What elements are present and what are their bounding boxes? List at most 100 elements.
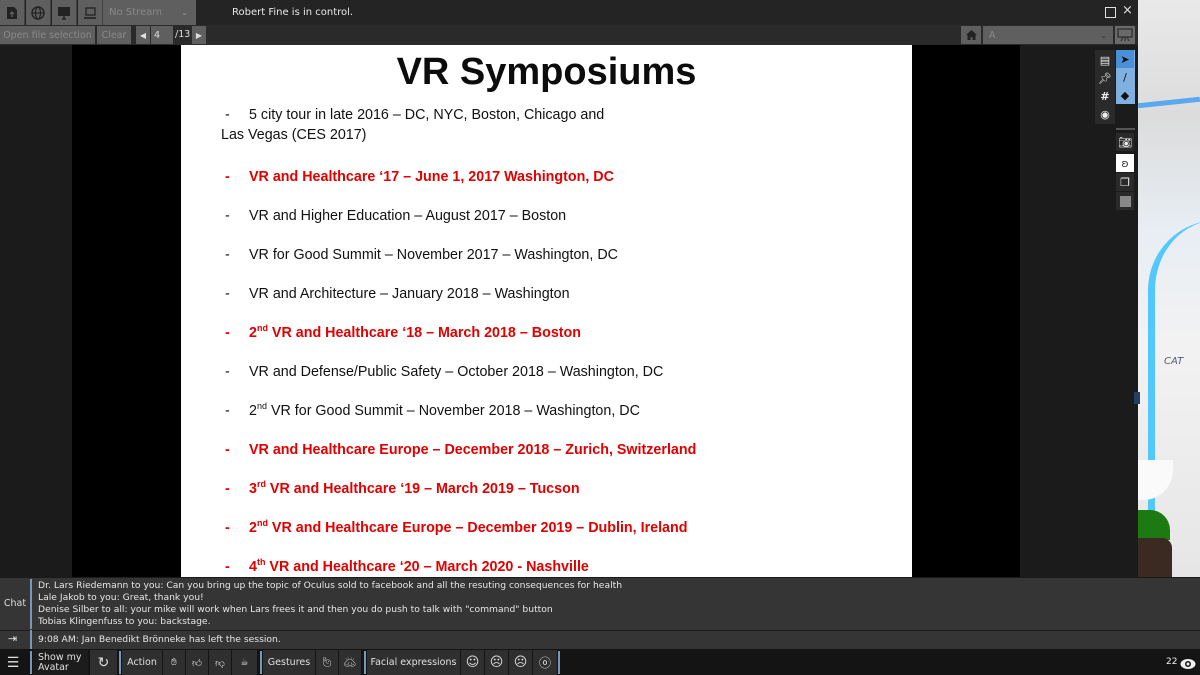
color-swatch-tool[interactable] (1116, 192, 1134, 210)
bullet-text: VR and Healthcare Europe – December 2018… (249, 442, 696, 458)
bullet-text: VR and Architecture – January 2018 – Was… (249, 286, 570, 302)
globe-icon (31, 5, 45, 20)
bullet-dash: - (225, 107, 230, 123)
bullet-dash: - (225, 442, 230, 458)
webcam-tool[interactable]: ◉ (1096, 105, 1114, 123)
chat-divider (30, 579, 32, 629)
eraser-tool[interactable]: ◆ (1116, 86, 1134, 104)
ordinal-number: 2 (249, 520, 257, 536)
frown-icon: ☹ (489, 655, 504, 670)
grid-tool[interactable]: # (1096, 87, 1114, 105)
angry-face-button[interactable]: ☹ (509, 650, 532, 675)
prev-page-button[interactable]: ◀ (136, 26, 150, 44)
facial-expressions-label: Facial expressions (367, 650, 460, 675)
page-number-input[interactable]: 4 (151, 26, 173, 44)
layers-tool[interactable]: ❐ (1116, 173, 1134, 191)
coffee-break-button[interactable]: ☕︎ (232, 650, 257, 675)
bullet-body: VR and Defense/Public Safety – October 2… (249, 364, 664, 380)
web-button[interactable] (26, 0, 51, 25)
surprised-face-button[interactable]: ⓞ (533, 650, 557, 675)
ordinal-number: 2 (249, 403, 257, 419)
raise-hand-button[interactable]: ✋︎ (163, 650, 185, 675)
thumbs-up-button[interactable]: 👍︎ (186, 650, 208, 675)
sad-face-button[interactable]: ☹ (485, 650, 508, 675)
pen-icon: / (1123, 70, 1127, 84)
bullet-line: Las Vegas (CES 2017) (221, 127, 367, 143)
upload-file-icon (7, 6, 17, 19)
ordinal-suffix: nd (256, 323, 268, 333)
laptop-button[interactable] (78, 0, 103, 25)
thumbs-up-icon: 👍︎ (192, 657, 202, 669)
lasso-tool[interactable]: ʚ (1116, 154, 1134, 172)
stream-select-value: No Stream (109, 7, 162, 18)
maximize-icon[interactable] (1105, 7, 1116, 18)
scene-sign-text: CAT (1164, 356, 1184, 367)
bullet-body: VR for Good Summit – November 2018 – Was… (266, 403, 640, 419)
person-bow-icon: 🙇︎ (343, 657, 357, 668)
leave-session-icon[interactable]: ⇥ (8, 632, 17, 645)
bullet-dash: - (225, 559, 230, 575)
pen-tool[interactable]: / (1116, 68, 1134, 86)
happy-face-button[interactable]: ☺ (461, 650, 484, 675)
thumbs-down-button[interactable]: 👎︎ (209, 650, 231, 675)
stream-select[interactable]: No Stream ⌄ (103, 0, 196, 25)
pointer-icon: ➤ (1120, 52, 1130, 66)
bullet-body: VR and Healthcare ‘18 – March 2018 – Bos… (267, 325, 582, 341)
slide: VR Symposiums - 5 city tour in late 2016 … (181, 45, 912, 577)
eye-icon (1180, 659, 1196, 669)
chevron-down-icon: ⌄ (181, 8, 188, 17)
document-tool[interactable]: ▤ (1096, 51, 1114, 69)
font-select[interactable]: A ⌄ (983, 26, 1113, 44)
wave-gesture-button[interactable]: 🙋︎ (316, 650, 338, 675)
bullet-dash: - (225, 364, 230, 380)
laptop-icon (84, 6, 96, 19)
close-icon[interactable]: × (1122, 3, 1133, 18)
webcam-icon: ◉ (1100, 107, 1110, 121)
gestures-label: Gestures (263, 650, 315, 675)
scene-light-strip (1138, 96, 1200, 109)
chat-message: Denise Silber to all: your mike will wor… (38, 604, 553, 615)
scene-collapse-handle[interactable] (1134, 392, 1140, 404)
bullet-text: VR for Good Summit – November 2017 – Was… (249, 247, 618, 263)
chevron-down-icon: ⌄ (1100, 30, 1107, 40)
stage-margin-right (1020, 45, 1095, 577)
next-page-button[interactable]: ▶ (192, 26, 206, 44)
page-total: /13 (175, 29, 191, 40)
upload-file-button[interactable] (0, 0, 25, 25)
clear-button[interactable]: Clear (97, 26, 131, 44)
lasso-icon: ʚ (1121, 156, 1129, 170)
arrow-right-icon: ▶ (195, 30, 203, 40)
ordinal-suffix: rd (256, 479, 266, 489)
open-file-button[interactable]: Open file selection (0, 26, 95, 44)
toolbar-divider (364, 651, 366, 674)
session-notice: 9:08 AM: Jan Benedikt Brönneke has left … (38, 634, 281, 645)
bullet-body: VR and Healthcare ‘19 – March 2019 – Tuc… (265, 481, 580, 497)
viewers-button[interactable] (1180, 655, 1196, 674)
toolbar-divider (119, 651, 121, 674)
pointer-tool[interactable]: ➤ (1116, 50, 1134, 68)
camera-tool[interactable]: 📷︎ (1116, 133, 1134, 151)
presentation-mode-button[interactable] (1115, 26, 1135, 44)
smile-icon: ☺ (465, 655, 480, 670)
presentation-board-icon (1117, 28, 1133, 42)
bullet-text: VR and Defense/Public Safety – October 2… (249, 364, 663, 380)
font-select-value: A (989, 29, 996, 41)
3d-scene-view[interactable]: CAT (1138, 0, 1200, 577)
bullet-dash: - (225, 325, 230, 341)
screen-share-button[interactable] (52, 0, 77, 25)
bullet-body: VR and Healthcare ‘20 – March 2020 - Nas… (265, 559, 589, 575)
ordinal-number: 3 (249, 481, 257, 497)
bow-gesture-button[interactable]: 🙇︎ (339, 650, 361, 675)
bullet-body: VR and Healthcare Europe – December 2019… (267, 520, 688, 536)
bullet-dash: - (225, 169, 230, 185)
show-avatar-toggle[interactable]: Show my Avatar (33, 650, 88, 675)
pin-tool[interactable]: 📌︎ (1096, 69, 1114, 87)
bullet-line: 5 city tour in late 2016 – DC, NYC, Bost… (249, 107, 605, 123)
bullet-dash: - (225, 403, 230, 419)
menu-button[interactable]: ☰ (0, 650, 26, 675)
chat-label[interactable]: Chat (0, 577, 30, 630)
rotate-view-button[interactable]: ↻ (90, 650, 117, 675)
home-button[interactable] (961, 26, 981, 44)
slide-title: VR Symposiums (396, 51, 697, 93)
thumbs-down-icon: 👎︎ (215, 657, 225, 669)
